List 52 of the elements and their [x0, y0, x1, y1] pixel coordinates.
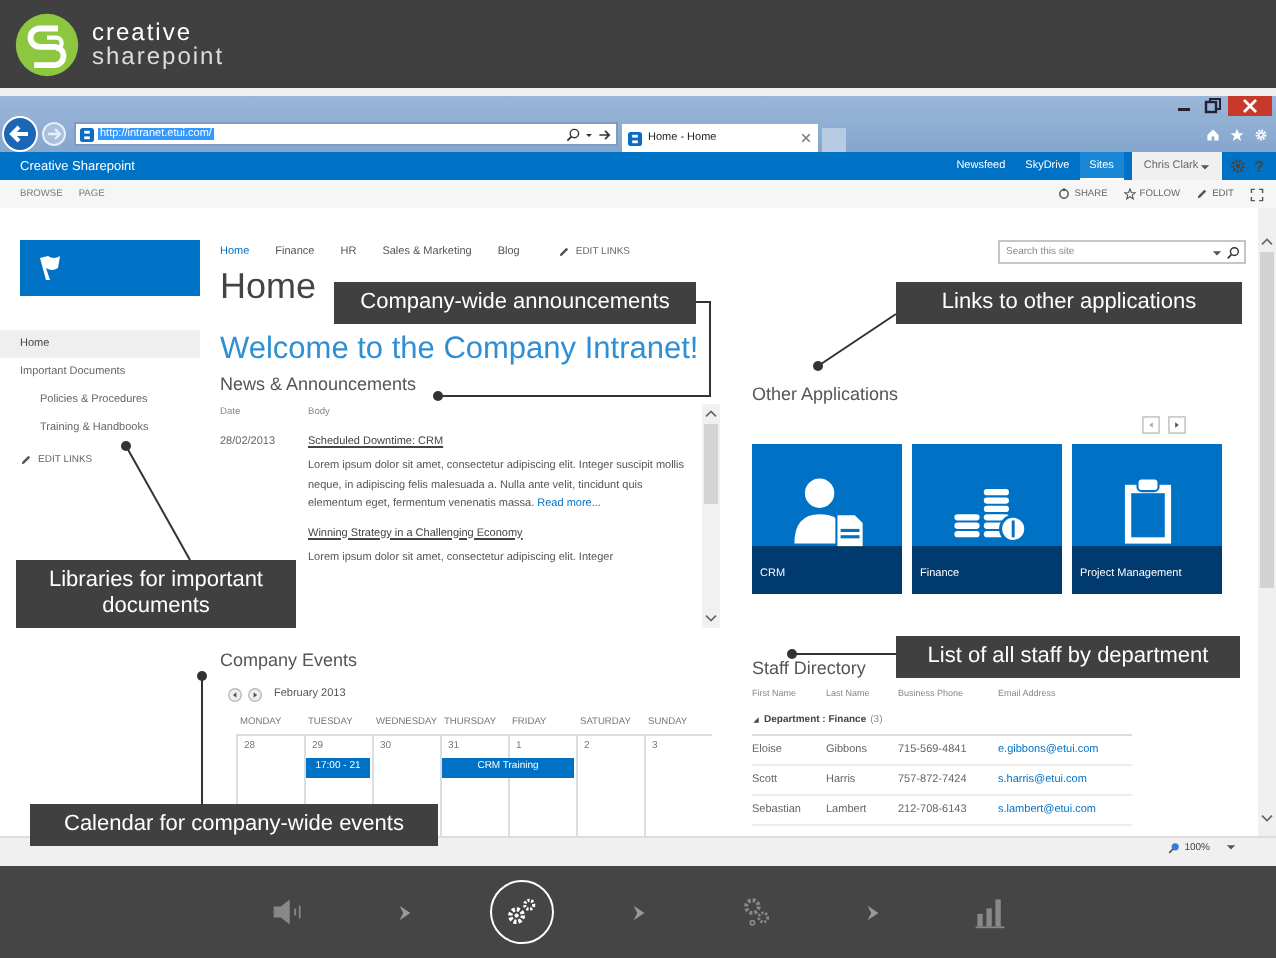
- previous-icon[interactable]: [228, 687, 242, 701]
- search-icon[interactable]: [566, 127, 580, 141]
- site-icon: [80, 127, 94, 141]
- callout-label: List of all staff by department: [896, 636, 1240, 678]
- next-icon[interactable]: [248, 687, 262, 701]
- page-title: Home: [220, 264, 317, 308]
- section-heading: News & Announcements: [220, 372, 417, 396]
- star-icon[interactable]: [1230, 127, 1244, 141]
- share-icon[interactable]: [1058, 188, 1071, 200]
- star-icon[interactable]: [1123, 188, 1136, 200]
- chevron-icon: [395, 903, 413, 921]
- callout-label: Calendar for company-wide events: [30, 804, 438, 846]
- close-icon[interactable]: [800, 132, 812, 144]
- brand-name: sharepoint: [92, 44, 225, 68]
- welcome-heading: Welcome to the Company Intranet!: [220, 330, 699, 370]
- back-icon[interactable]: [2, 116, 38, 152]
- site-logo-icon[interactable]: [20, 240, 200, 296]
- speaker-icon: [269, 894, 305, 930]
- leader-line: [787, 649, 897, 659]
- pencil-icon[interactable]: [1196, 188, 1209, 200]
- leader-line: [121, 441, 191, 561]
- pencil-icon[interactable]: [20, 454, 32, 466]
- callout-label: Links to other applications: [896, 282, 1242, 324]
- focus-icon[interactable]: [1250, 187, 1264, 201]
- step-button[interactable]: [489, 880, 553, 944]
- section-heading: Staff Directory: [752, 656, 866, 680]
- go-arrow-icon[interactable]: [598, 127, 612, 141]
- zoom-icon[interactable]: [1168, 841, 1181, 853]
- logo-icon: [14, 11, 80, 77]
- chevron-icon: [629, 903, 647, 921]
- leader-line: [813, 313, 897, 371]
- restore-icon[interactable]: [1200, 96, 1224, 116]
- leader-line: [197, 671, 207, 805]
- pencil-icon[interactable]: [557, 246, 570, 258]
- collapse-icon[interactable]: [752, 716, 760, 724]
- next-icon[interactable]: [1168, 416, 1186, 434]
- bar-chart-icon: [971, 894, 1007, 930]
- section-heading: Company Events: [220, 648, 358, 672]
- callout-label: Company-wide announcements: [334, 282, 696, 324]
- close-icon[interactable]: [1228, 96, 1272, 116]
- gears-icon: [503, 894, 539, 930]
- site-icon: [628, 131, 642, 145]
- chevron-icon: [863, 903, 881, 921]
- callout-label: Libraries for important documents: [16, 560, 296, 628]
- scroll-bar[interactable]: [702, 404, 720, 628]
- search-icon[interactable]: [1226, 245, 1240, 259]
- caret-icon[interactable]: [1200, 161, 1211, 171]
- section-heading: Other Applications: [752, 382, 899, 406]
- caret-icon[interactable]: [1226, 842, 1236, 852]
- caret-icon[interactable]: [1212, 247, 1222, 257]
- scroll-bar[interactable]: [1258, 208, 1276, 836]
- brand-name: creative: [92, 20, 195, 44]
